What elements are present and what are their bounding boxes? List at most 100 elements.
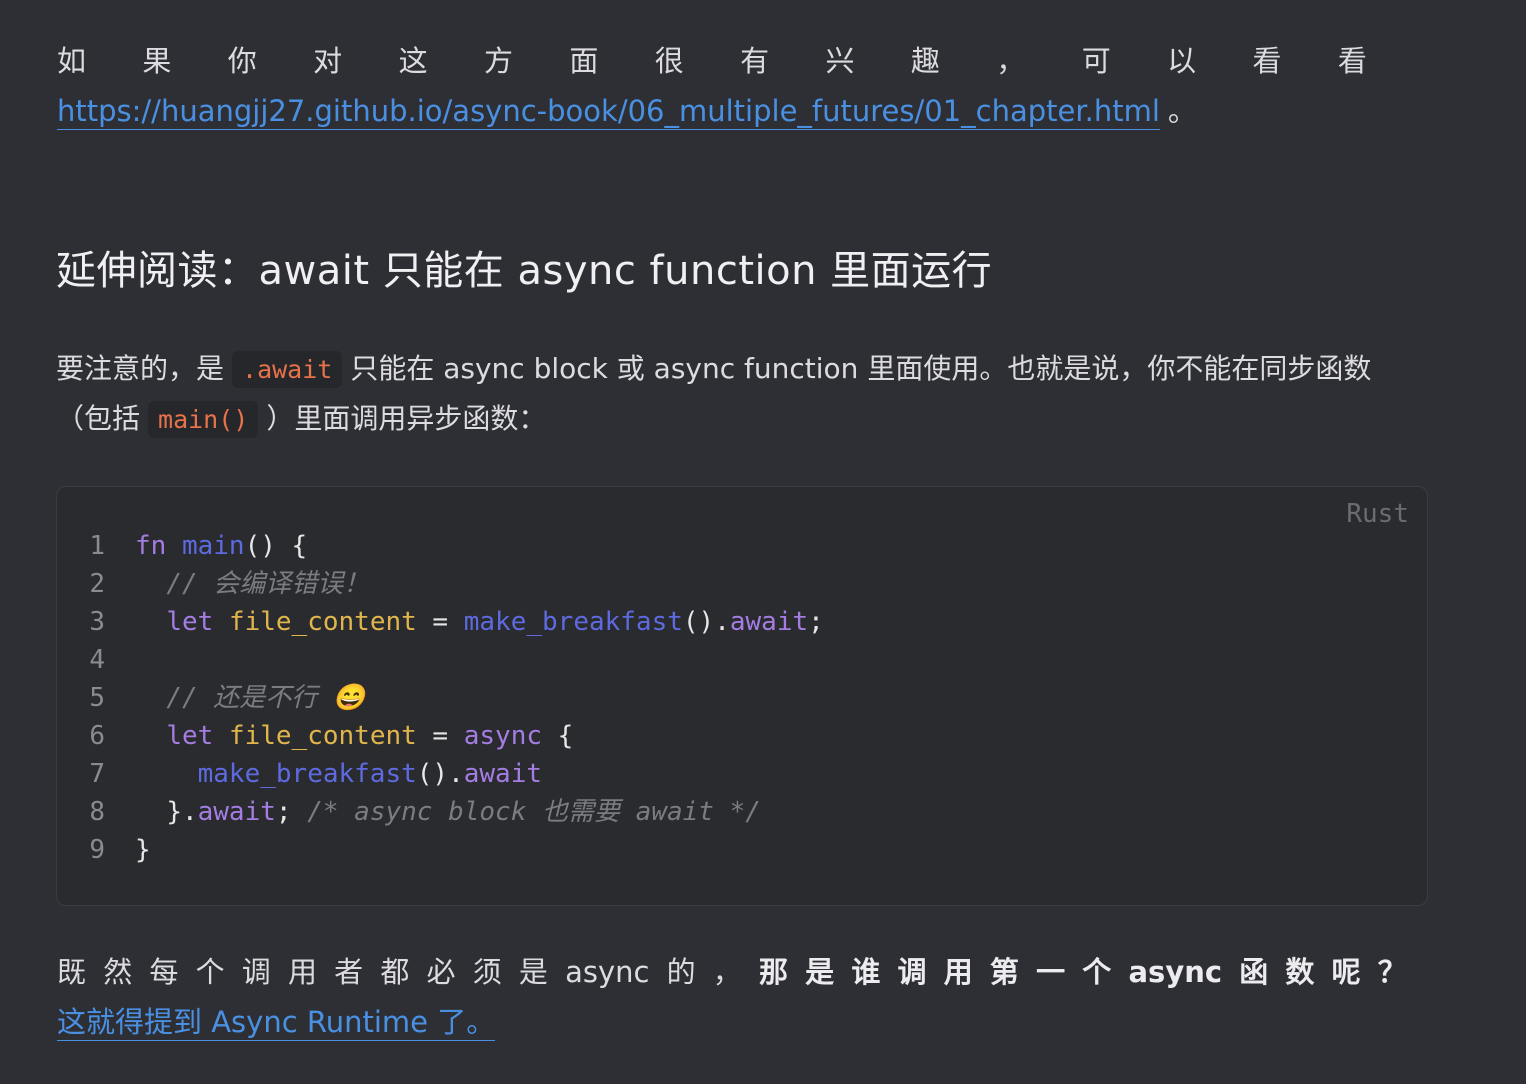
intro-char: 兴: [825, 44, 855, 78]
code-token-fn: make_breakfast: [463, 607, 683, 637]
runtime-char: 既: [57, 955, 87, 989]
runtime-bold-char: 第: [989, 955, 1019, 989]
intro-paragraph: 如 果 你 对 这 方 面 很 有 兴 趣 ， 可 以 看 看 https://huangjj27.githu…: [57, 36, 1367, 136]
code-token-keyword: fn: [135, 531, 167, 561]
intro-char: 这: [398, 44, 428, 78]
await-note-paragraph: 要注意的，是 .await 只能在 async block 或 async func…: [56, 344, 1446, 444]
intro-text-line: 如 果 你 对 这 方 面 很 有 兴 趣 ， 可 以 看 看: [57, 36, 1367, 86]
intro-char: 以: [1167, 44, 1197, 78]
runtime-char: 须: [472, 955, 502, 989]
runtime-link-line: 这就得提到 Async Runtime 了。: [57, 997, 1407, 1047]
line-number: 2: [89, 569, 105, 599]
runtime-char: 每: [149, 955, 179, 989]
await-note-text-2a: （包括: [56, 402, 141, 435]
runtime-bold-char: 呢: [1331, 955, 1361, 989]
code-line: 5 // 还是不行 😄: [57, 679, 824, 717]
line-number: 9: [89, 835, 105, 865]
line-number: 1: [89, 531, 105, 561]
runtime-bold-char: 调: [897, 955, 927, 989]
runtime-bold-char: 是: [805, 955, 835, 989]
await-note-text-1b: 只能在 async block 或 async function 里面使用。也就…: [350, 352, 1372, 385]
runtime-bold-char: 一: [1036, 955, 1066, 989]
intro-char: 很: [654, 44, 684, 78]
runtime-bold-char: 用: [943, 955, 973, 989]
code-block: Rust 1 fn main() { 2 // 会编译错误！ 3 let file…: [56, 486, 1428, 906]
code-line: 7 make_breakfast (). await: [57, 755, 824, 793]
async-book-link[interactable]: https://huangjj27.github.io/async-book/0…: [57, 94, 1160, 130]
runtime-char: 用: [287, 955, 317, 989]
line-number: 4: [89, 645, 105, 675]
intro-char: 看: [1252, 44, 1282, 78]
line-number: 6: [89, 721, 105, 751]
section-title: 延伸阅读：await 只能在 async function 里面运行: [56, 248, 993, 294]
runtime-text-line: 既然每个调用者都必须是 async 的，那是谁调用第一个 async 函数呢？: [57, 947, 1407, 997]
code-line: 3 let file_content = make_breakfast (). aw…: [57, 603, 824, 641]
code-lines[interactable]: 1 fn main() { 2 // 会编译错误！ 3 let file_cont…: [57, 527, 824, 869]
code-token-comment: // 会编译错误！: [166, 569, 370, 599]
code-token-punc: }.: [166, 797, 198, 827]
code-language-label: Rust: [1346, 499, 1409, 529]
intro-char: 方: [483, 44, 513, 78]
async-runtime-link[interactable]: 这就得提到 Async Runtime 了。: [57, 1005, 496, 1041]
runtime-char: ，: [712, 955, 742, 989]
runtime-char: 然: [103, 955, 133, 989]
await-note-line-1: 要注意的，是 .await 只能在 async block 或 async func…: [56, 344, 1446, 394]
intro-char: 看: [1337, 44, 1367, 78]
await-note-line-2: （包括 main() ）里面调用异步函数：: [56, 394, 1446, 444]
runtime-char: async: [565, 955, 650, 989]
intro-char: 趣: [910, 44, 940, 78]
code-token-keyword: await: [463, 759, 543, 789]
code-line: 1 fn main() {: [57, 527, 824, 565]
code-token-keyword: let: [166, 607, 214, 637]
code-line: 4: [57, 641, 824, 679]
intro-char: 有: [740, 44, 770, 78]
code-token-punc: ;: [808, 607, 824, 637]
code-token-punc: }: [135, 835, 151, 865]
line-number: 5: [89, 683, 105, 713]
inline-code-await: .await: [232, 351, 343, 388]
runtime-paragraph: 既然每个调用者都必须是 async 的，那是谁调用第一个 async 函数呢？ 这就得提…: [57, 947, 1407, 1047]
runtime-char: 必: [426, 955, 456, 989]
code-token-punc: {: [542, 721, 574, 751]
code-token-fn: make_breakfast: [197, 759, 417, 789]
code-token-var: file_content: [228, 721, 417, 751]
code-token-keyword: let: [166, 721, 214, 751]
runtime-bold-char: ？: [1377, 955, 1407, 989]
intro-char: 如: [57, 44, 87, 78]
line-number: 3: [89, 607, 105, 637]
code-token-punc: ().: [682, 607, 730, 637]
code-token-keyword: await: [729, 607, 809, 637]
code-token-comment: // 还是不行 😄: [166, 683, 366, 713]
code-line: 2 // 会编译错误！: [57, 565, 824, 603]
runtime-char: 都: [380, 955, 410, 989]
code-token-punc: () {: [244, 531, 308, 561]
runtime-bold-char: 谁: [851, 955, 881, 989]
code-token-keyword: async: [463, 721, 543, 751]
intro-char: 可: [1081, 44, 1111, 78]
runtime-char: 个: [195, 955, 225, 989]
await-note-text-1a: 要注意的，是: [56, 352, 225, 385]
code-token-punc: =: [416, 607, 464, 637]
line-number: 7: [89, 759, 105, 789]
runtime-char: 者: [334, 955, 364, 989]
code-token-punc: ;: [275, 797, 292, 827]
await-note-text-2b: ）里面调用异步函数：: [266, 402, 547, 435]
line-number: 8: [89, 797, 105, 827]
code-token-punc: ().: [416, 759, 464, 789]
intro-char: 对: [313, 44, 343, 78]
runtime-char: 的: [666, 955, 696, 989]
intro-char: 你: [227, 44, 257, 78]
code-line: 8 }. await; /* async block 也需要 await */: [57, 793, 824, 831]
runtime-bold-char: async: [1128, 955, 1223, 989]
runtime-bold-char: 函: [1239, 955, 1269, 989]
code-line: 9}: [57, 831, 824, 869]
runtime-bold-char: 数: [1285, 955, 1315, 989]
runtime-char: 是: [518, 955, 548, 989]
runtime-bold-char: 那: [758, 955, 788, 989]
intro-char: 果: [142, 44, 172, 78]
intro-link-line: https://huangjj27.github.io/async-book/0…: [57, 86, 1367, 136]
code-token-fn: main: [181, 531, 245, 561]
intro-char: ，: [996, 44, 1026, 78]
runtime-bold-char: 个: [1082, 955, 1112, 989]
intro-trailing-punct: 。: [1167, 94, 1197, 128]
